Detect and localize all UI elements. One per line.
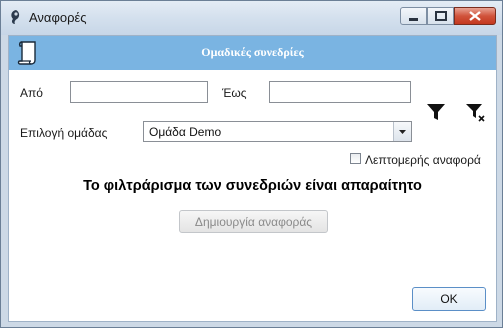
from-label: Από — [20, 86, 43, 100]
detailed-report-label[interactable]: Λεπτομερής αναφορά — [365, 153, 481, 167]
to-date-input[interactable] — [269, 81, 411, 103]
detailed-report-checkbox[interactable] — [350, 153, 361, 164]
title-bar[interactable]: Αναφορές — [1, 1, 502, 35]
section-header: Ομαδικές συνεδρίες — [9, 36, 496, 70]
close-button[interactable] — [454, 7, 496, 25]
maximize-button[interactable] — [427, 7, 454, 25]
close-icon — [469, 11, 481, 21]
group-select-value: Ομάδα Demo — [149, 125, 222, 139]
dialog-body: Ομαδικές συνεδρίες Από Έως Επιλογή ομάδα… — [8, 35, 497, 322]
minimize-icon — [409, 18, 418, 21]
reports-window: Αναφορές Ομαδικές συνεδρίες Από Έως Επιλ… — [0, 0, 503, 328]
filter-icon[interactable] — [425, 101, 447, 123]
group-select[interactable]: Ομάδα Demo — [143, 121, 412, 142]
from-date-input[interactable] — [70, 81, 208, 103]
minimize-button[interactable] — [400, 7, 427, 25]
ok-button[interactable]: OK — [412, 287, 486, 311]
create-report-button[interactable]: Δημιουργία αναφοράς — [179, 210, 328, 233]
to-label: Έως — [222, 86, 247, 100]
dropdown-button[interactable] — [393, 122, 411, 141]
section-title: Ομαδικές συνεδρίες — [201, 45, 304, 59]
chevron-down-icon — [399, 130, 406, 134]
app-icon — [11, 10, 20, 24]
clear-filter-icon[interactable] — [464, 101, 486, 123]
maximize-icon — [435, 11, 447, 21]
filter-required-message: Το φιλτράρισμα των συνεδριών είναι απαρα… — [83, 178, 422, 194]
window-title: Αναφορές — [29, 10, 87, 25]
group-label: Επιλογή ομάδας — [20, 126, 108, 140]
caption-buttons — [400, 7, 496, 27]
